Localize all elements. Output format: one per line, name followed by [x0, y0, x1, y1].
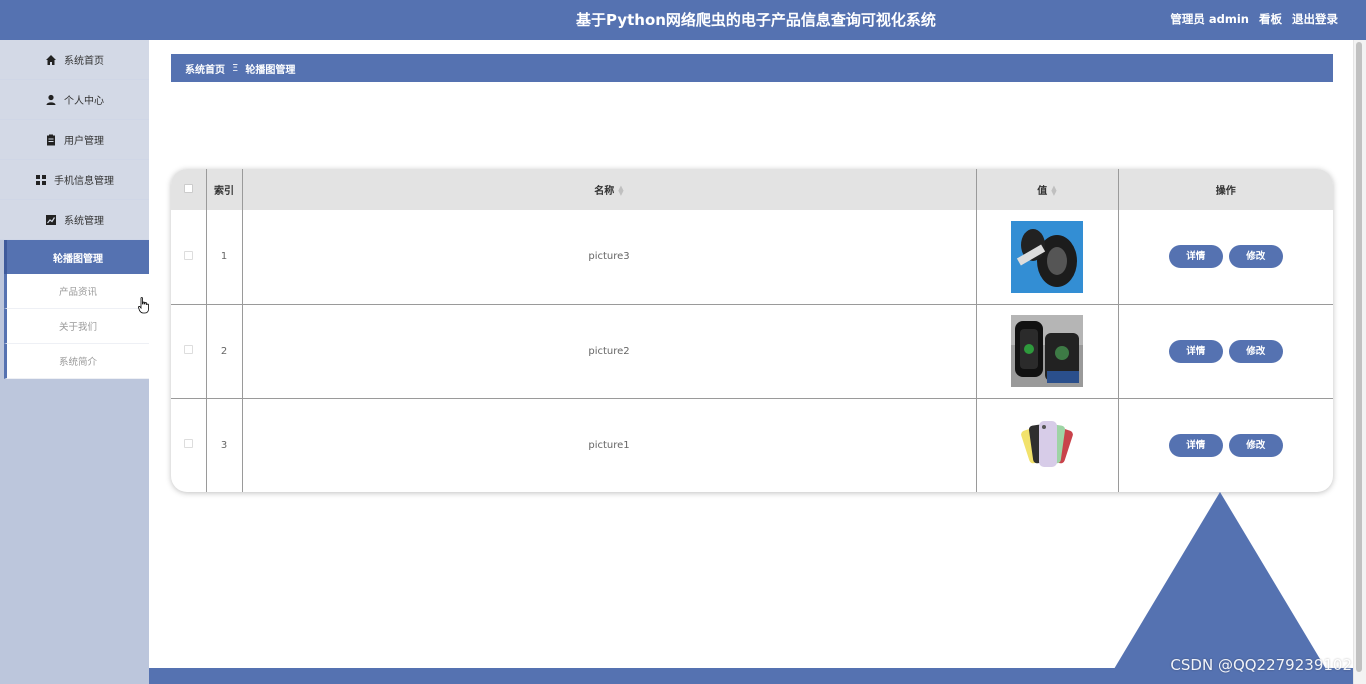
row-value-cell	[976, 303, 1119, 398]
sidebar-item-phone-info[interactable]: 手机信息管理	[0, 160, 149, 200]
column-label: 操作	[1215, 186, 1236, 197]
select-all-cell	[171, 169, 207, 210]
hand-cursor-icon	[138, 297, 149, 314]
breadcrumb-separator: Ξ	[232, 62, 239, 74]
sidebar-item-system[interactable]: 系统管理	[0, 200, 149, 240]
breadcrumb-home[interactable]: 系统首页	[185, 61, 225, 76]
sidebar-subitem-carousel[interactable]: 轮播图管理	[4, 240, 149, 274]
select-all-checkbox[interactable]	[183, 183, 193, 193]
logout-link[interactable]: 退出登录	[1292, 12, 1338, 26]
row-actions-cell: 详情 修改	[1118, 397, 1333, 492]
detail-button[interactable]: 详情	[1168, 433, 1223, 457]
sidebar-subitem-about[interactable]: 关于我们	[4, 309, 149, 344]
sort-icon[interactable]: ▲ ▼	[1051, 185, 1056, 197]
watermark: CSDN @QQ2279239102	[1170, 656, 1352, 674]
row-name: picture2	[242, 303, 977, 398]
row-index: 1	[206, 210, 243, 304]
header-user-area: 管理员 admin 看板 退出登录	[1164, 0, 1338, 40]
sidebar-subitem-label: 关于我们	[58, 322, 97, 333]
column-label: 索引	[214, 186, 234, 197]
carousel-image-thumbnail[interactable]	[1011, 409, 1083, 482]
column-header-name[interactable]: 名称 ▲ ▼	[242, 169, 977, 210]
sidebar-subitem-label: 系统简介	[58, 357, 97, 368]
user-label: 管理员 admin	[1170, 12, 1249, 26]
table-row: 1 picture3 详情 修改	[171, 210, 1333, 304]
column-header-value[interactable]: 值 ▲ ▼	[976, 169, 1119, 210]
home-icon	[45, 54, 57, 66]
sidebar-subitem-intro[interactable]: 系统简介	[4, 344, 149, 379]
row-index: 2	[206, 303, 243, 398]
board-link[interactable]: 看板	[1259, 12, 1282, 26]
row-name: picture3	[242, 210, 977, 304]
row-value-cell	[976, 397, 1119, 492]
table-header-row: 索引 名称 ▲ ▼ 值 ▲ ▼ 操作	[171, 169, 1333, 210]
row-index: 3	[206, 397, 243, 492]
column-label: 值	[1037, 186, 1048, 197]
sidebar-item-users[interactable]: 用户管理	[0, 120, 149, 160]
carousel-image-thumbnail[interactable]	[1011, 315, 1083, 387]
clipboard-icon	[45, 134, 57, 146]
sidebar-item-home[interactable]: 系统首页	[0, 40, 149, 80]
row-value-cell	[976, 210, 1119, 304]
edit-button[interactable]: 修改	[1228, 433, 1283, 457]
table-row: 3 picture1 详情 修改	[171, 397, 1333, 492]
sidebar-item-label: 系统首页	[64, 56, 104, 67]
detail-button[interactable]: 详情	[1168, 339, 1223, 363]
sort-icon[interactable]: ▲ ▼	[618, 185, 623, 197]
sidebar-item-label: 用户管理	[64, 136, 104, 147]
row-checkbox[interactable]	[183, 439, 193, 449]
row-select-cell	[171, 303, 207, 398]
row-checkbox[interactable]	[183, 250, 193, 260]
row-select-cell	[171, 210, 207, 304]
chart-icon	[45, 214, 57, 226]
row-actions-cell: 详情 修改	[1118, 303, 1333, 398]
edit-button[interactable]: 修改	[1228, 339, 1283, 363]
sidebar-subitem-label: 产品资讯	[58, 287, 97, 298]
sidebar-item-label: 个人中心	[64, 96, 104, 107]
row-select-cell	[171, 397, 207, 492]
sidebar: 系统首页 个人中心 用户管理 手机信息管理 系统管理 轮播图管理 产品资讯 关于…	[0, 40, 149, 684]
breadcrumb: 系统首页 Ξ 轮播图管理	[171, 54, 1333, 82]
table-row: 2 picture2 详情 修改	[171, 303, 1333, 398]
scrollbar-thumb[interactable]	[1356, 42, 1362, 672]
column-header-actions: 操作	[1118, 169, 1333, 210]
column-label: 名称	[594, 186, 615, 197]
row-actions-cell: 详情 修改	[1118, 210, 1333, 304]
carousel-table: 索引 名称 ▲ ▼ 值 ▲ ▼ 操作 1 picture3 详情 修改 2 pi…	[171, 169, 1333, 492]
grid-icon	[35, 174, 47, 186]
sidebar-subitem-news[interactable]: 产品资讯	[4, 274, 149, 309]
carousel-image-thumbnail[interactable]	[1011, 220, 1083, 293]
sidebar-subitem-label: 轮播图管理	[53, 253, 103, 265]
detail-button[interactable]: 详情	[1168, 245, 1223, 269]
top-bar: 基于Python网络爬虫的电子产品信息查询可视化系统 管理员 admin 看板 …	[0, 0, 1366, 40]
sidebar-item-profile[interactable]: 个人中心	[0, 80, 149, 120]
person-icon	[45, 94, 57, 106]
breadcrumb-current: 轮播图管理	[245, 64, 296, 76]
sidebar-item-label: 手机信息管理	[54, 176, 114, 187]
edit-button[interactable]: 修改	[1228, 245, 1283, 269]
column-header-index: 索引	[206, 169, 243, 210]
row-name: picture1	[242, 397, 977, 492]
sidebar-item-label: 系统管理	[64, 216, 104, 227]
page-title: 基于Python网络爬虫的电子产品信息查询可视化系统	[576, 11, 936, 29]
row-checkbox[interactable]	[183, 345, 193, 354]
